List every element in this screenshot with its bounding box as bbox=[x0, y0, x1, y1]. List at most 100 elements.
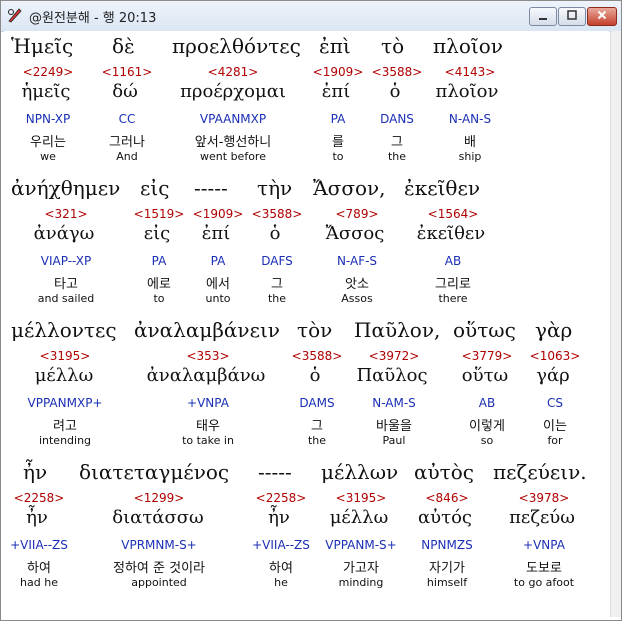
morphology-code: N-AN-S bbox=[448, 112, 492, 126]
english-gloss: went before bbox=[200, 150, 266, 163]
lemma: ἐπί bbox=[201, 223, 231, 244]
morphology-code: +VIIA--ZS bbox=[10, 538, 68, 552]
maximize-button[interactable] bbox=[558, 7, 586, 26]
strong-number[interactable]: <1909> bbox=[193, 207, 244, 221]
korean-gloss: 하여 bbox=[27, 561, 51, 576]
english-gloss: Assos bbox=[341, 292, 373, 305]
morphology-code: VPAANMXP bbox=[199, 112, 267, 126]
greek-word[interactable]: προελθόντες bbox=[172, 34, 301, 58]
greek-word[interactable]: Ἄσσον, bbox=[313, 176, 386, 200]
korean-gloss: 우리는 bbox=[30, 135, 66, 150]
strong-number[interactable]: <2258> bbox=[256, 491, 307, 505]
title-bar[interactable]: @원전분해 - 행 20:13 bbox=[1, 1, 621, 32]
greek-word[interactable]: ἐκεῖθεν bbox=[404, 176, 480, 200]
lemma: μέλλω bbox=[329, 507, 389, 528]
greek-word[interactable]: μέλλοντες bbox=[11, 318, 117, 342]
greek-word[interactable]: τὸν bbox=[297, 318, 332, 342]
english-gloss: intending bbox=[38, 434, 92, 447]
english-gloss: to go afoot bbox=[513, 576, 575, 589]
morphology-code: DANS bbox=[380, 112, 414, 126]
greek-word[interactable]: πεζεύειν. bbox=[493, 460, 587, 484]
lemma: διατάσσω bbox=[112, 507, 204, 528]
strong-number[interactable]: <3779> bbox=[462, 349, 513, 363]
morphology-code: DAMS bbox=[299, 396, 335, 410]
english-gloss: to take in bbox=[182, 434, 234, 447]
korean-gloss: 자기가 bbox=[429, 561, 465, 576]
korean-gloss: 정하여 준 것이라 bbox=[113, 561, 205, 576]
strong-number[interactable]: <2258> bbox=[14, 491, 65, 505]
morphology-code: CC bbox=[118, 112, 136, 126]
korean-gloss: 바울을 bbox=[376, 419, 412, 434]
lemma: ἐπί bbox=[321, 81, 351, 102]
korean-gloss: 이는 bbox=[543, 419, 567, 434]
greek-word[interactable]: Παῦλον, bbox=[354, 318, 440, 342]
strong-number[interactable]: <4281> bbox=[208, 65, 259, 79]
greek-word[interactable]: εἰς bbox=[140, 176, 169, 200]
lemma: μέλλω bbox=[34, 365, 94, 386]
english-gloss: for bbox=[547, 434, 563, 447]
greek-word[interactable]: διατεταγμένος bbox=[79, 460, 229, 484]
strong-number[interactable]: <4143> bbox=[445, 65, 496, 79]
strong-number[interactable]: <1299> bbox=[134, 491, 185, 505]
greek-word[interactable]: ἀναλαμβάνειν bbox=[134, 318, 280, 342]
lemma: ὁ bbox=[389, 81, 401, 102]
lemma: ἀνάγω bbox=[33, 223, 95, 244]
korean-gloss: 그러나 bbox=[109, 135, 145, 150]
lemma: οὕτω bbox=[461, 365, 509, 386]
strong-number[interactable]: <1519> bbox=[134, 207, 185, 221]
strong-number[interactable]: <2249> bbox=[23, 65, 74, 79]
strong-number[interactable]: <3972> bbox=[369, 349, 420, 363]
greek-word[interactable]: ----- bbox=[194, 176, 228, 200]
morphology-code: NPN-XP bbox=[25, 112, 71, 126]
korean-gloss: 려고 bbox=[53, 419, 77, 434]
greek-word[interactable]: οὕτως bbox=[453, 318, 516, 342]
greek-word[interactable]: τὸ bbox=[381, 34, 404, 58]
close-button[interactable] bbox=[587, 7, 617, 26]
strong-number[interactable]: <1909> bbox=[313, 65, 364, 79]
strong-number[interactable]: <1564> bbox=[428, 207, 479, 221]
morphology-code: AB bbox=[478, 396, 496, 410]
morphology-code: DAFS bbox=[261, 254, 293, 268]
vertical-scrollbar[interactable] bbox=[610, 31, 621, 617]
morphology-code: +VNPA bbox=[523, 538, 565, 552]
korean-gloss: 그리로 bbox=[435, 277, 471, 292]
greek-word[interactable]: μέλλων bbox=[321, 460, 398, 484]
english-gloss: to bbox=[153, 292, 165, 305]
minimize-button[interactable] bbox=[529, 7, 557, 26]
greek-word[interactable]: αὐτὸς bbox=[414, 460, 474, 484]
korean-gloss: 이렇게 bbox=[469, 419, 505, 434]
korean-gloss: 앗소 bbox=[345, 277, 369, 292]
morphology-code: N-AM-S bbox=[372, 396, 416, 410]
korean-gloss: 를 bbox=[332, 135, 344, 150]
greek-word[interactable]: ----- bbox=[258, 460, 292, 484]
strong-number[interactable]: <1063> bbox=[530, 349, 581, 363]
greek-word[interactable]: ἦν bbox=[23, 460, 47, 484]
korean-gloss: 태우 bbox=[196, 419, 220, 434]
morphology-code: NPNMZS bbox=[421, 538, 473, 552]
strong-number[interactable]: <1161> bbox=[102, 65, 153, 79]
korean-gloss: 앞서-행선하니 bbox=[194, 135, 272, 150]
greek-word[interactable]: Ἡμεῖς bbox=[11, 34, 73, 58]
english-gloss: had he bbox=[20, 576, 58, 589]
greek-word[interactable]: ἀνήχθημεν bbox=[11, 176, 120, 200]
strong-number[interactable]: <3195> bbox=[40, 349, 91, 363]
greek-word[interactable]: ἐπὶ bbox=[319, 34, 351, 58]
strong-number[interactable]: <3195> bbox=[336, 491, 387, 505]
strong-number[interactable]: <3588> bbox=[292, 349, 343, 363]
greek-word[interactable]: δὲ bbox=[112, 34, 135, 58]
greek-word[interactable]: γὰρ bbox=[535, 318, 572, 342]
strong-number[interactable]: <846> bbox=[425, 491, 468, 505]
greek-word[interactable]: πλοῖον bbox=[433, 34, 503, 58]
strong-number[interactable]: <353> bbox=[186, 349, 229, 363]
strong-number[interactable]: <321> bbox=[44, 207, 87, 221]
lemma: εἰς bbox=[143, 223, 171, 244]
lemma: ἐκεῖθεν bbox=[416, 223, 486, 244]
morphology-code: PA bbox=[210, 254, 226, 268]
strong-number[interactable]: <789> bbox=[335, 207, 378, 221]
strong-number[interactable]: <3588> bbox=[372, 65, 423, 79]
strong-number[interactable]: <3588> bbox=[252, 207, 303, 221]
greek-word[interactable]: τὴν bbox=[257, 176, 292, 200]
app-icon bbox=[8, 8, 22, 23]
morphology-code: AB bbox=[444, 254, 462, 268]
strong-number[interactable]: <3978> bbox=[519, 491, 570, 505]
